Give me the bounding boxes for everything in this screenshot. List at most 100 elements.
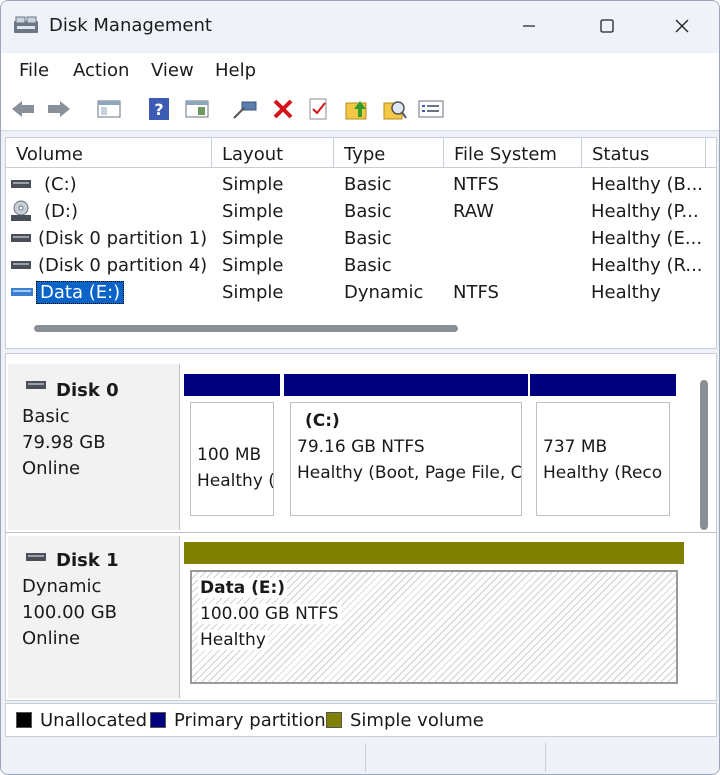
back-icon [12, 101, 34, 117]
vertical-scrollbar[interactable] [700, 380, 708, 530]
drive-icon [26, 381, 46, 389]
primary-partition-bar [284, 374, 528, 396]
legend: Unallocated Primary partition Simple vol… [5, 703, 717, 737]
forward-button[interactable] [45, 95, 73, 123]
partition-status: Healthy [198, 630, 268, 650]
disk-divider [6, 532, 716, 533]
partition-block[interactable]: 737 MB Healthy (Reco [530, 374, 676, 522]
disk-type: Dynamic [22, 576, 102, 597]
connect-icon [233, 101, 257, 119]
disk-1-label[interactable]: Disk 1 Dynamic 100.00 GB Online [8, 536, 180, 698]
disk-name: Disk 0 [56, 380, 119, 401]
partition-status: Healthy (Boot, Page File, C [297, 463, 522, 483]
volume-layout: Simple [222, 282, 284, 303]
drive-icon [11, 234, 31, 242]
close-button[interactable] [656, 9, 708, 43]
volume-status: Healthy (E... [591, 228, 703, 249]
menu-action[interactable]: Action [73, 60, 129, 81]
partition-body: 100 MB Healthy ( [190, 402, 274, 516]
check-button[interactable] [305, 95, 333, 123]
volume-file-system: NTFS [453, 282, 499, 303]
help-icon: ? [149, 98, 169, 120]
volume-name: (Disk 0 partition 4) [38, 255, 208, 276]
volume-layout: Simple [222, 228, 284, 249]
partition-block[interactable]: 100 MB Healthy ( [184, 374, 280, 522]
search-button[interactable] [381, 95, 409, 123]
disk-type: Basic [22, 406, 70, 427]
simple-volume-swatch [326, 712, 342, 728]
help-button[interactable]: ? [145, 95, 173, 123]
properties-pane-button[interactable] [95, 95, 123, 123]
partition-body: (C:) 79.16 GB NTFS Healthy (Boot, Page F… [290, 402, 522, 516]
volume-name: (D:) [44, 201, 78, 222]
minimize-button[interactable] [503, 9, 555, 43]
legend-unallocated: Unallocated [40, 710, 148, 731]
forward-icon [48, 101, 70, 117]
partition-status: Healthy ( [197, 471, 274, 491]
cd-drive-icon [11, 200, 31, 221]
drive-icon [26, 553, 46, 561]
back-button[interactable] [9, 95, 37, 123]
volume-row[interactable]: (C:) Simple Basic NTFS Healthy (B... [6, 171, 712, 198]
disk-name: Disk 1 [56, 550, 119, 571]
disk-state: Online [22, 458, 81, 479]
volume-name: Data (E:) [36, 281, 125, 304]
volume-status: Healthy (B... [591, 174, 704, 195]
delete-icon [273, 99, 293, 119]
disk-management-window: Disk Management File Action View Help ? [0, 0, 720, 775]
maximize-button[interactable] [581, 9, 633, 43]
connect-button[interactable] [231, 95, 259, 123]
partition-label: Data (E:) [198, 578, 288, 598]
partition-size: 100.00 GB NTFS [198, 604, 341, 624]
volume-status: Healthy (P... [591, 201, 699, 222]
toolbar: ? [1, 87, 719, 131]
volume-row[interactable]: (D:) Simple Basic RAW Healthy (P... [6, 198, 712, 225]
volume-row[interactable]: (Disk 0 partition 4) Simple Basic Health… [6, 252, 712, 279]
menu-view[interactable]: View [151, 60, 194, 81]
simple-volume-bar [184, 542, 684, 564]
status-divider [365, 743, 366, 772]
volume-status: Healthy (R... [591, 255, 703, 276]
column-header-layout[interactable]: Layout [212, 138, 334, 168]
check-icon [309, 98, 327, 120]
disk-0-label[interactable]: Disk 0 Basic 79.98 GB Online [8, 364, 180, 530]
volume-layout: Simple [222, 201, 284, 222]
volume-layout: Simple [222, 255, 284, 276]
column-header-overflow [706, 138, 716, 168]
column-header-type[interactable]: Type [334, 138, 444, 168]
legend-simple-volume: Simple volume [350, 710, 484, 731]
svg-text:?: ? [154, 100, 163, 119]
volume-type: Dynamic [344, 282, 424, 303]
legend-primary-partition: Primary partition [174, 710, 326, 731]
disk-size: 79.98 GB [22, 432, 106, 453]
maximize-icon [600, 19, 614, 33]
show-pane-button[interactable] [183, 95, 211, 123]
partition-size: 100 MB [197, 445, 262, 465]
volume-type: Basic [344, 228, 392, 249]
partition-block-c[interactable]: (C:) 79.16 GB NTFS Healthy (Boot, Page F… [284, 374, 528, 522]
volume-file-system: NTFS [453, 174, 499, 195]
volume-status: Healthy [591, 282, 661, 303]
drive-icon [11, 180, 31, 188]
menu-help[interactable]: Help [215, 60, 256, 81]
properties-pane-icon [97, 100, 121, 118]
horizontal-scrollbar[interactable] [34, 325, 458, 332]
partition-body: 737 MB Healthy (Reco [536, 402, 670, 516]
list-button[interactable] [417, 95, 445, 123]
partition-block-data-e[interactable]: Data (E:) 100.00 GB NTFS Healthy [184, 542, 684, 690]
search-icon [383, 101, 407, 120]
minimize-icon [523, 25, 535, 27]
disk-state: Online [22, 628, 81, 649]
menu-file[interactable]: File [19, 60, 49, 81]
window-title: Disk Management [49, 15, 212, 36]
volume-row[interactable]: (Disk 0 partition 1) Simple Basic Health… [6, 225, 712, 252]
volume-type: Basic [344, 255, 392, 276]
volume-row-selected[interactable]: Data (E:) Simple Dynamic NTFS Healthy [6, 279, 712, 306]
column-header-volume[interactable]: Volume [6, 138, 212, 168]
delete-button[interactable] [269, 95, 297, 123]
up-folder-button[interactable] [343, 95, 371, 123]
column-header-file-system[interactable]: File System [444, 138, 582, 168]
menu-bar: File Action View Help [1, 53, 719, 87]
column-header-status[interactable]: Status [582, 138, 706, 168]
up-folder-icon [345, 101, 367, 120]
